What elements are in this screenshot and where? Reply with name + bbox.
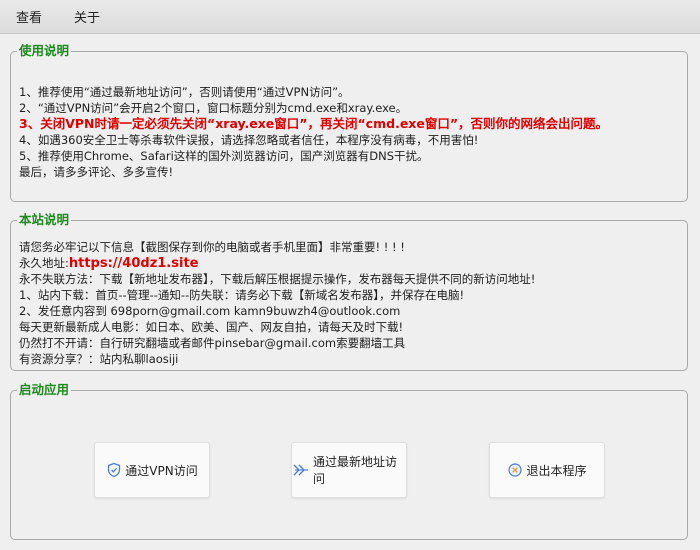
usage-line-2: 2、“通过VPN访问”会开启2个窗口，窗口标题分别为cmd.exe和xray.e… xyxy=(19,101,408,115)
usage-group: 使用说明 1、推荐使用“通过最新地址访问”，否则请使用“通过VPN访问”。 2、… xyxy=(10,43,688,202)
latest-address-button[interactable]: 通过最新地址访问 xyxy=(291,442,407,498)
launch-group-title: 启动应用 xyxy=(17,382,72,398)
exit-button-label: 退出本程序 xyxy=(526,463,587,478)
site-info-line: 仍然打不开请：自行研究翻墙或者邮件pinsebar@gmail.com索要翻墙工… xyxy=(19,336,406,350)
vpn-access-button-label: 通过VPN访问 xyxy=(125,463,198,478)
usage-line-4: 4、如遇360安全卫士等杀毒软件误报，请选择忽略或者信任，本程序没有病毒，不用害… xyxy=(19,133,479,147)
usage-line-1: 1、推荐使用“通过最新地址访问”，否则请使用“通过VPN访问”。 xyxy=(19,85,350,99)
permanent-address-label: 永久地址: xyxy=(19,256,69,270)
latest-address-button-label: 通过最新地址访问 xyxy=(313,455,398,486)
usage-line-5: 5、推荐使用Chrome、Safari这样的国外浏览器访问，国产浏览器有DNS干… xyxy=(19,149,429,163)
site-info-group: 本站说明 请您务必牢记以下信息【截图保存到你的电脑或者手机里面】非常重要! ! … xyxy=(10,212,688,371)
usage-group-title: 使用说明 xyxy=(17,43,72,59)
site-info-group-title: 本站说明 xyxy=(17,212,72,228)
site-info-line: 永不失联方法：下载【新地址发布器】，下载后解压根据提示操作，发布器每天提供不同的… xyxy=(19,272,536,286)
site-info-line: 1、站内下载：首页--管理--通知--防失联：请务必下载【新域名发布器】，并保存… xyxy=(19,288,465,302)
shield-icon xyxy=(106,462,122,478)
menu-bar: 查看 关于 xyxy=(0,0,700,34)
vpn-access-button[interactable]: 通过VPN访问 xyxy=(94,442,210,498)
usage-warning-line: 3、关闭VPN时请一定必须先关闭“xray.exe窗口”，再关闭“cmd.exe… xyxy=(19,116,609,131)
close-circle-icon xyxy=(507,462,523,478)
site-info-line: 2、发任意内容到 698porn@gmail.com kamn9buwzh4@o… xyxy=(19,304,401,318)
site-info-line: 每天更新最新成人电影：如日本、欧美、国产、网友自拍，请每天及时下载! xyxy=(19,320,404,334)
menu-item-view[interactable]: 查看 xyxy=(16,7,42,26)
double-arrow-icon xyxy=(292,462,310,478)
exit-button[interactable]: 退出本程序 xyxy=(489,442,605,498)
permanent-address-url: https://40dz1.site xyxy=(68,256,199,271)
site-info-line: 有资源分享？：站内私聊laosiji xyxy=(19,352,179,366)
menu-item-about[interactable]: 关于 xyxy=(74,7,100,26)
usage-line-final: 最后，请多多评论、多多宣传! xyxy=(19,165,174,179)
site-info-lines: 请您务必牢记以下信息【截图保存到你的电脑或者手机里面】非常重要! ! ! ! 永… xyxy=(19,239,679,367)
usage-lines: 1、推荐使用“通过最新地址访问”，否则请使用“通过VPN访问”。 2、“通过VP… xyxy=(19,84,679,180)
permanent-address-line: 永久地址:https://40dz1.site xyxy=(19,255,679,271)
site-info-important-line: 请您务必牢记以下信息【截图保存到你的电脑或者手机里面】非常重要! ! ! ! xyxy=(19,240,405,254)
